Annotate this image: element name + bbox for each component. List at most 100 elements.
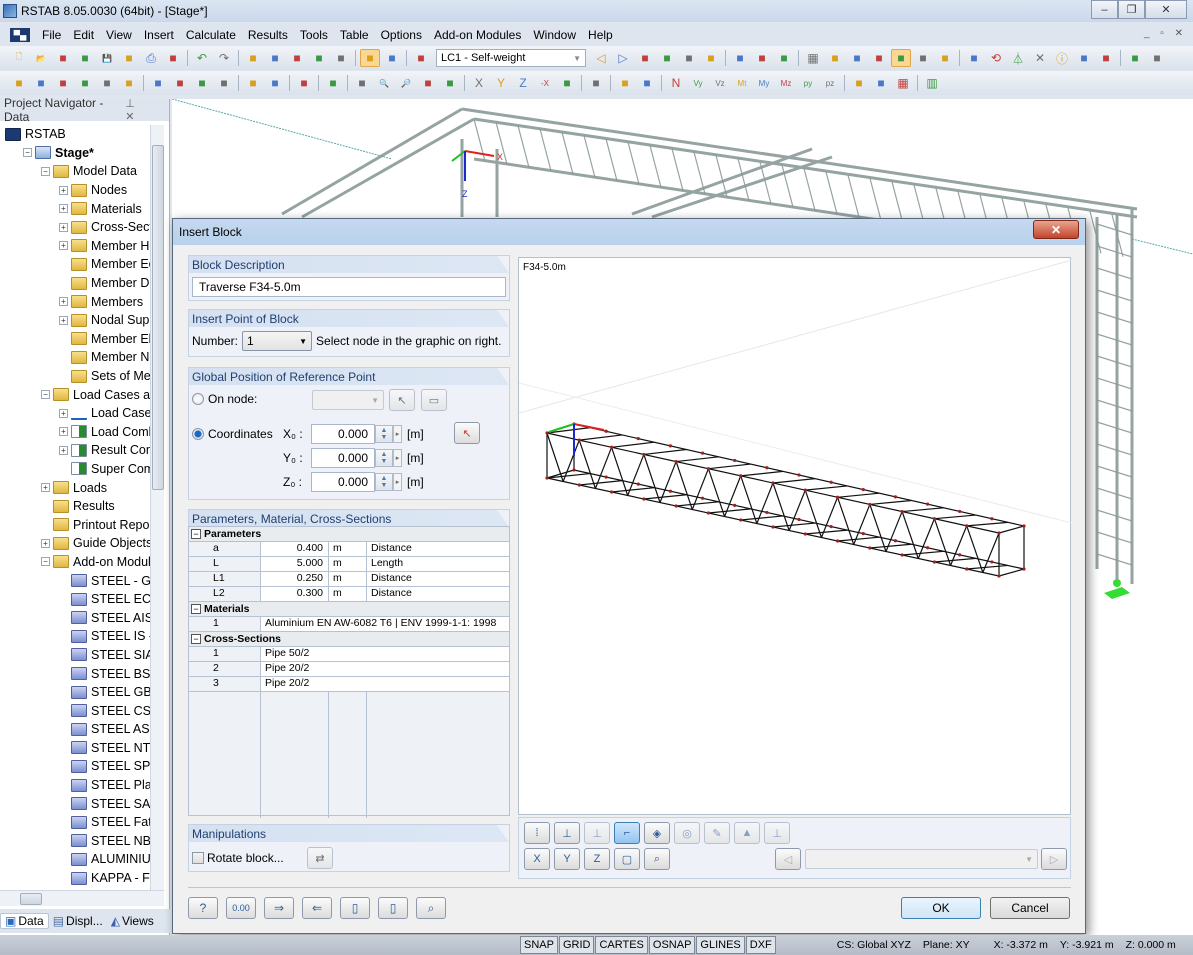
prev-view-button[interactable]: ◁ — [775, 848, 801, 870]
menu-results[interactable]: Results — [242, 28, 294, 42]
save-button[interactable]: 💾 — [97, 49, 117, 67]
annotation-button[interactable]: ■ — [265, 74, 285, 92]
on-node-select[interactable]: ▼ — [312, 390, 384, 410]
support-button[interactable]: ■ — [97, 74, 117, 92]
collapse-icon[interactable]: − — [41, 557, 50, 567]
members-button[interactable]: ■ — [53, 74, 73, 92]
table-button[interactable]: ▦ — [893, 74, 913, 92]
expand-icon[interactable]: + — [41, 538, 50, 548]
pz-button[interactable]: pz — [820, 74, 840, 92]
mz-button[interactable]: Mz — [776, 74, 796, 92]
tree-item[interactable]: Member Elastic Foundations — [0, 330, 150, 349]
menu-help[interactable]: Help — [582, 28, 619, 42]
hinge-button[interactable]: ■ — [119, 74, 139, 92]
tab-display[interactable]: ▤ Displ... — [49, 914, 107, 928]
tree-item[interactable]: STEEL GB - D — [0, 683, 150, 702]
scrollbar-thumb[interactable] — [152, 145, 164, 490]
tree-item[interactable]: − Model Data — [0, 162, 150, 181]
py-button[interactable]: py — [798, 74, 818, 92]
z0-spinner[interactable]: ▲ ▼ — [375, 473, 393, 491]
tree-item[interactable]: STEEL EC3 - — [0, 590, 150, 609]
truss-preview-graphic[interactable] — [519, 258, 1072, 816]
node-load-button[interactable]: ■ — [148, 74, 168, 92]
pick-point-button[interactable]: ↖ — [454, 422, 480, 444]
print-setup-button[interactable]: ■ — [119, 49, 139, 67]
node-path-button[interactable]: ■ — [964, 49, 984, 67]
mt-button[interactable]: Mt — [732, 74, 752, 92]
rotate-button[interactable]: ⟲ — [986, 49, 1006, 67]
deformation-button[interactable]: ■ — [871, 74, 891, 92]
labels-button[interactable]: ■ — [701, 49, 721, 67]
tree-item[interactable]: KAPPA - Flex — [0, 869, 150, 888]
select-button[interactable]: ■ — [243, 49, 263, 67]
menu-table[interactable]: Table — [334, 28, 375, 42]
tree-horizontal-scrollbar[interactable] — [0, 890, 164, 906]
copy-button[interactable]: ▯ — [340, 897, 370, 919]
legend-button[interactable]: ▥ — [922, 74, 942, 92]
view-y-button[interactable]: Y — [554, 848, 580, 870]
view-z-button[interactable]: Z — [584, 848, 610, 870]
target-button[interactable]: ■ — [287, 49, 307, 67]
view-x-button[interactable]: X — [524, 848, 550, 870]
expand-icon[interactable]: + — [59, 445, 68, 455]
mirror-button[interactable]: ⏃ — [1008, 49, 1028, 67]
cross-section-row[interactable]: 3 Pipe 20/2 — [189, 677, 509, 692]
view-x-button[interactable]: X — [469, 74, 489, 92]
tree-item[interactable]: + Nodal Supports — [0, 311, 150, 330]
tree-item[interactable]: + Members — [0, 292, 150, 311]
undo-button[interactable]: ↶ — [192, 49, 212, 67]
values-button[interactable]: ■ — [657, 49, 677, 67]
ok-button[interactable]: OK — [901, 897, 981, 919]
restore-button[interactable]: ❐ — [1118, 0, 1145, 19]
close-button[interactable]: ✕ — [1145, 0, 1187, 19]
parameter-row[interactable]: L2 0.300 m Distance — [189, 587, 509, 602]
hinge-button[interactable]: ⊥ — [764, 822, 790, 844]
zoom-out-button[interactable]: 🔎 — [396, 74, 416, 92]
pick-node-button[interactable]: ↖ — [389, 389, 415, 411]
cross-section-row[interactable]: 1 Pipe 50/2 — [189, 647, 509, 662]
archive-button[interactable]: ■ — [53, 49, 73, 67]
view-z-button[interactable]: Z — [513, 74, 533, 92]
free-load-button[interactable]: ■ — [214, 74, 234, 92]
tree-item[interactable]: STEEL IS - D — [0, 627, 150, 646]
tree-item[interactable]: − Load Cases and Combinations — [0, 385, 150, 404]
imperfection-button[interactable]: ■ — [192, 74, 212, 92]
edit-button[interactable]: ✎ — [704, 822, 730, 844]
x0-input[interactable]: 0.000 — [311, 424, 375, 444]
member-results2-button[interactable]: ■ — [774, 49, 794, 67]
block-description-input[interactable]: Traverse F34-5.0m — [192, 277, 506, 297]
support-button[interactable]: ■ — [1125, 49, 1145, 67]
color-button[interactable]: ■ — [557, 74, 577, 92]
dimension-a-button[interactable]: ⊥ — [584, 822, 610, 844]
parameter-value[interactable]: 0.400 — [261, 542, 329, 556]
expand-icon[interactable]: + — [41, 483, 50, 493]
tree-item[interactable]: STEEL CSA - — [0, 701, 150, 720]
zoom-node-button[interactable]: ■ — [265, 49, 285, 67]
node-list-button[interactable]: ▭ — [421, 389, 447, 411]
cross-section-name[interactable]: Pipe 50/2 — [261, 647, 509, 661]
member-load-button[interactable]: ■ — [170, 74, 190, 92]
help-button[interactable]: ? — [188, 897, 218, 919]
view-rotate-button[interactable]: ■ — [869, 49, 889, 67]
n-button[interactable]: N — [666, 74, 686, 92]
panel-split-button[interactable]: ■ — [382, 49, 402, 67]
display-button[interactable]: ■ — [635, 49, 655, 67]
model-check-button[interactable]: ■ — [352, 74, 372, 92]
vy-button[interactable]: Vy — [688, 74, 708, 92]
axis-system-button[interactable]: ⌐ — [614, 822, 640, 844]
expand-icon[interactable]: + — [59, 204, 68, 214]
tree-item[interactable]: + Nodes — [0, 181, 150, 200]
connect-button[interactable]: ■ — [1096, 49, 1116, 67]
scrollbar-thumb[interactable] — [20, 893, 42, 905]
x0-spinner[interactable]: ▲ ▼ — [375, 425, 393, 443]
menu-insert[interactable]: Insert — [138, 28, 180, 42]
results-button[interactable]: ◎ — [674, 822, 700, 844]
dxf-toggle[interactable]: DXF — [745, 936, 776, 954]
navigator-pin-close[interactable]: ⊥ ✕ — [125, 97, 163, 123]
tree-item[interactable]: STEEL AS - D — [0, 720, 150, 739]
tree-item[interactable]: + Member Hinges — [0, 237, 150, 256]
tree-item[interactable]: + Loads — [0, 478, 150, 497]
rotate-block-checkbox[interactable] — [192, 852, 204, 864]
tree-item[interactable]: ALUMINIUM — [0, 850, 150, 869]
tree-item[interactable]: STEEL SANS — [0, 794, 150, 813]
